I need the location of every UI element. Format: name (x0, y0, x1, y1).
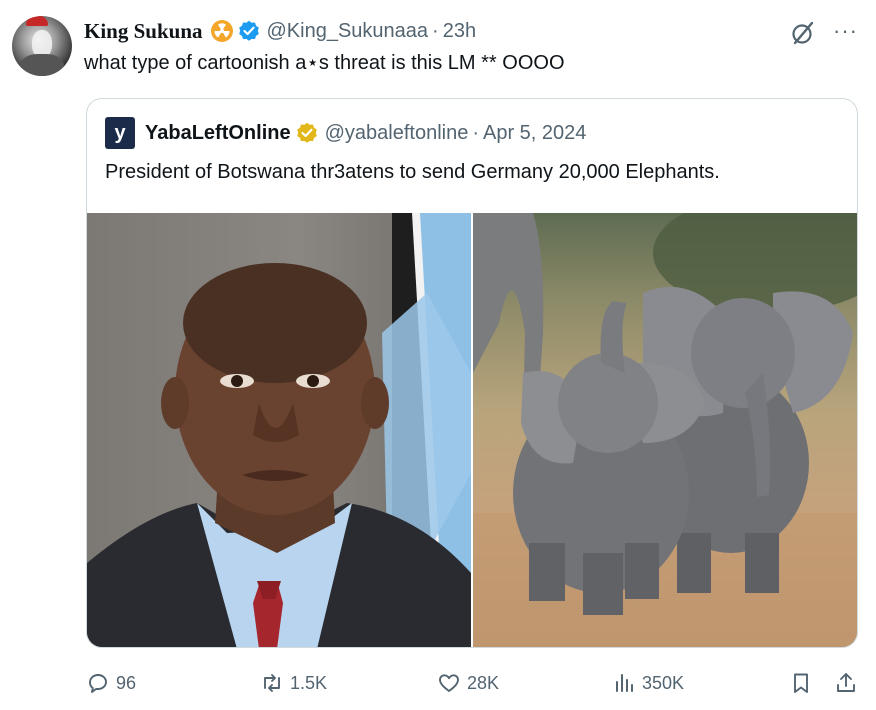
action-bar: 96 1.5K 28K 350K (0, 668, 876, 698)
separator-dot: · (432, 19, 439, 42)
share-button[interactable] (834, 668, 858, 698)
quoted-header: y YabaLeftOnline @yabaleftonline · Apr 5… (105, 117, 586, 149)
photo-baby-elephants[interactable] (473, 213, 857, 647)
quoted-avatar-logo[interactable]: y (105, 117, 135, 149)
tweet-text: what type of cartoonish a⋆s threat is th… (84, 52, 565, 74)
views-button[interactable]: 350K (612, 668, 684, 698)
bookmark-button[interactable] (789, 668, 813, 698)
repost-button[interactable]: 1.5K (260, 668, 327, 698)
santa-hat-shape (26, 16, 48, 26)
speech-bubble-icon (89, 674, 107, 693)
grok-slash-icon[interactable] (790, 20, 816, 46)
avatar-body-shape (20, 54, 64, 76)
quoted-handle[interactable]: @yabaleftonline (325, 122, 469, 145)
more-dots-icon[interactable]: ··· (833, 18, 858, 44)
quoted-tweet-card[interactable]: y YabaLeftOnline @yabaleftonline · Apr 5… (86, 98, 858, 648)
quoted-date[interactable]: Apr 5, 2024 (483, 122, 586, 145)
reply-button[interactable]: 96 (86, 668, 136, 698)
gold-verified-badge-icon (296, 122, 317, 143)
repost-count: 1.5K (290, 672, 328, 693)
timestamp[interactable]: 23h (443, 20, 476, 43)
like-count: 28K (467, 672, 500, 693)
quoted-display-name[interactable]: YabaLeftOnline (145, 122, 291, 145)
reply-count: 96 (116, 672, 137, 693)
share-icon (837, 673, 855, 692)
display-name[interactable]: King Sukuna (84, 19, 203, 44)
tweet-header: King Sukuna @King_Sukunaaa · 23h (84, 17, 476, 45)
verified-badge-icon (238, 20, 259, 41)
bar-chart-icon (616, 674, 633, 692)
media-grid (87, 213, 857, 647)
user-handle[interactable]: @King_Sukunaaa (267, 20, 429, 43)
avatar[interactable] (12, 16, 72, 76)
heart-icon (439, 674, 459, 692)
photo-man-in-suit[interactable] (87, 213, 471, 647)
quoted-separator-dot: · (472, 121, 479, 144)
radioactive-badge-icon (210, 20, 233, 42)
repost-arrows-icon (264, 674, 280, 692)
like-button[interactable]: 28K (437, 668, 499, 698)
bookmark-icon (794, 673, 808, 693)
quoted-text: President of Botswana thr3atens to send … (105, 161, 720, 183)
views-count: 350K (642, 672, 685, 693)
